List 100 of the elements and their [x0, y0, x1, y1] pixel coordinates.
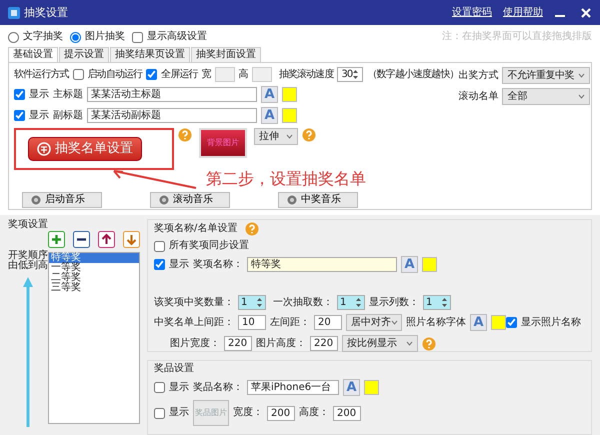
radio-button[interactable]	[70, 32, 81, 42]
field-label: 中奖名单上间距：	[154, 316, 234, 328]
spin-box[interactable]: 30	[337, 67, 364, 82]
list-item[interactable]: 三等奖	[49, 283, 139, 293]
spin-box[interactable]: 1	[238, 295, 266, 310]
dropdown[interactable]: 拉伸	[254, 128, 298, 145]
title-link[interactable]: 使用帮助	[503, 6, 543, 18]
text-field[interactable]: 220	[310, 336, 338, 351]
spin-box[interactable]: 1	[337, 295, 365, 310]
list-item[interactable]: 特等奖	[49, 253, 139, 263]
hint-text: （数字越小速度越快）	[367, 68, 458, 80]
caret-icon	[578, 94, 586, 99]
text-field[interactable]: 220	[224, 336, 252, 351]
field-label: 高度：	[299, 407, 329, 419]
text-field[interactable]: 200	[333, 406, 361, 420]
checkbox-label: 全屏运行	[161, 68, 198, 80]
dropdown[interactable]: 不允许重复中奖	[502, 67, 590, 84]
music-button[interactable]: 滚动音乐	[150, 192, 230, 208]
window-title: 抽奖设置	[24, 6, 68, 20]
field-label: 主标题	[53, 88, 83, 100]
speaker-icon	[31, 194, 41, 205]
close-icon[interactable]	[580, 6, 592, 18]
checkbox-label: 显示高级设置	[147, 31, 207, 43]
section-title: 奖项设置	[8, 219, 49, 231]
field-label: 抽奖滚动速度	[278, 68, 334, 80]
checkbox-label: 显示	[169, 407, 189, 419]
tab[interactable]: 基础设置	[8, 47, 58, 62]
color-swatch[interactable]	[282, 87, 297, 102]
spin-arrows-icon	[352, 69, 360, 80]
remove-icon[interactable]	[73, 231, 90, 248]
help-icon	[245, 222, 260, 236]
font-button[interactable]: A	[470, 314, 487, 331]
section-title: 奖项名称/名单设置	[154, 223, 238, 235]
add-icon[interactable]	[48, 231, 65, 248]
width-field[interactable]	[214, 67, 235, 82]
checkbox[interactable]	[146, 69, 158, 80]
text-field[interactable]: 某某活动副标题	[87, 108, 257, 123]
field-label: 左间距：	[270, 316, 310, 328]
spin-arrows-icon	[256, 297, 263, 308]
checkbox[interactable]	[154, 259, 165, 270]
checkbox[interactable]	[154, 382, 165, 393]
font-button[interactable]: A	[261, 86, 278, 103]
text-field[interactable]: 200	[267, 406, 295, 420]
radio-button[interactable]	[8, 32, 19, 42]
text-field[interactable]: 20	[314, 315, 342, 330]
checkbox[interactable]	[154, 240, 165, 252]
coin-icon	[37, 142, 51, 156]
speaker-icon	[287, 194, 297, 205]
list-item[interactable]: 一等奖	[49, 263, 139, 273]
checkbox-label: 启动自动运行	[88, 68, 142, 80]
tab[interactable]: 抽奖结果页设置	[110, 47, 190, 62]
checkbox-label: 所有奖项同步设置	[169, 240, 249, 252]
field-label: 一次抽取数：	[273, 296, 333, 308]
caret-icon	[391, 320, 398, 325]
field-label: 奖项名称：	[193, 258, 243, 270]
field-label: 出奖方式	[458, 70, 498, 82]
height-field[interactable]	[252, 67, 272, 82]
app-icon	[8, 6, 20, 18]
checkbox-label: 显示	[169, 258, 189, 270]
checkbox[interactable]	[506, 317, 517, 328]
color-swatch[interactable]	[491, 315, 506, 330]
radio-label: 文字抽奖	[23, 31, 63, 43]
spin-box[interactable]: 1	[423, 295, 451, 310]
text-field[interactable]: 某某活动主标题	[87, 87, 257, 102]
music-button[interactable]: 启动音乐	[22, 192, 102, 208]
text-field[interactable]: 特等奖	[247, 257, 397, 272]
up-arrow-icon	[23, 277, 33, 427]
dropdown[interactable]: 全部	[502, 88, 590, 105]
music-button[interactable]: 中奖音乐	[278, 192, 358, 208]
tab[interactable]: 抽奖封面设置	[191, 47, 261, 62]
font-button[interactable]: A	[261, 107, 278, 124]
caret-icon	[578, 73, 586, 78]
checkbox[interactable]	[72, 69, 84, 80]
color-swatch[interactable]	[364, 380, 379, 395]
checkbox[interactable]	[132, 32, 143, 42]
title-link[interactable]: 设置密码	[452, 6, 492, 18]
field-label: 宽度：	[233, 407, 263, 419]
dropdown[interactable]: 按比例显示	[342, 335, 418, 352]
field-label: 副标题	[53, 110, 83, 122]
speaker-icon	[159, 194, 169, 205]
color-swatch[interactable]	[282, 108, 297, 123]
text-field[interactable]: 苹果iPhone6一台	[247, 380, 339, 395]
order-label: 开奖顺序由低到高	[8, 251, 48, 271]
checkbox[interactable]	[154, 408, 165, 418]
field-label: 宽	[202, 68, 211, 80]
checkbox-label: 显示	[169, 382, 189, 394]
text-field[interactable]: 10	[238, 315, 266, 330]
help-icon	[302, 128, 316, 142]
font-button[interactable]: A	[401, 256, 418, 273]
list-settings-button[interactable]: 抽奖名单设置	[28, 137, 142, 161]
font-button[interactable]: A	[343, 379, 360, 396]
checkbox[interactable]	[14, 110, 25, 121]
checkbox-label: 显示	[29, 88, 49, 100]
tab[interactable]: 提示设置	[59, 47, 109, 62]
dropdown[interactable]: 居中对齐	[346, 314, 402, 331]
caret-icon	[286, 134, 293, 139]
color-swatch[interactable]	[422, 257, 437, 272]
field-label: 照片名称字体	[406, 316, 466, 328]
checkbox[interactable]	[14, 89, 25, 100]
list-item[interactable]: 二等奖	[49, 273, 139, 283]
